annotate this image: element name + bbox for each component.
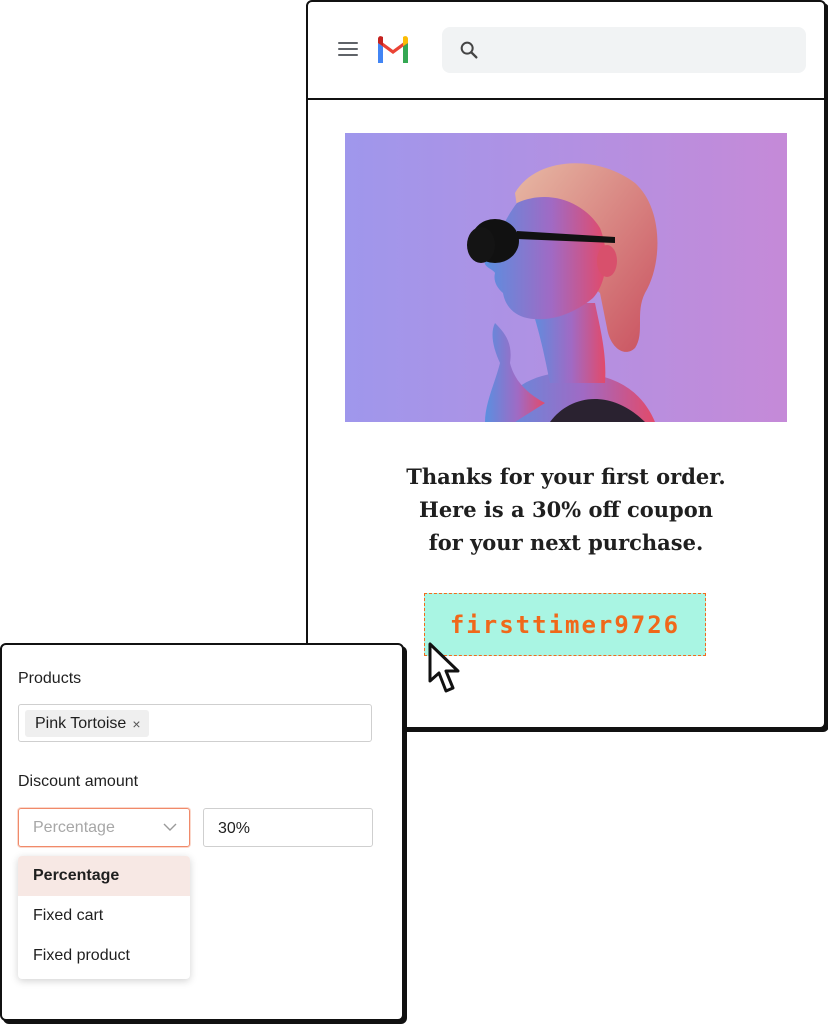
message-line: Here is a 30% off coupon: [418, 497, 714, 522]
product-chip[interactable]: Pink Tortoise ×: [25, 710, 149, 737]
discount-type-dropdown: Percentage Fixed cart Fixed product: [18, 856, 190, 979]
dropdown-option-percentage[interactable]: Percentage: [18, 856, 190, 896]
discount-amount-input[interactable]: [216, 816, 360, 842]
email-message: Thanks for your first order. Here is a 3…: [308, 460, 824, 559]
chevron-down-icon: [163, 823, 177, 831]
discount-type-select[interactable]: Percentage: [18, 808, 190, 847]
hamburger-menu-icon[interactable]: [338, 42, 358, 58]
discount-amount-field[interactable]: [203, 808, 373, 847]
gmail-logo[interactable]: [375, 36, 411, 64]
products-label: Products: [18, 670, 82, 687]
hero-image: [345, 133, 787, 422]
message-line: Thanks for your first order.: [406, 464, 726, 489]
stage: Thanks for your first order. Here is a 3…: [0, 0, 828, 1024]
products-input[interactable]: Pink Tortoise ×: [18, 704, 372, 742]
discount-amount-label: Discount amount: [18, 773, 139, 790]
remove-chip-icon[interactable]: ×: [132, 716, 140, 732]
search-bar[interactable]: [442, 27, 806, 73]
dropdown-option-fixed-cart[interactable]: Fixed cart: [18, 896, 190, 936]
email-window: Thanks for your first order. Here is a 3…: [306, 0, 826, 729]
search-icon[interactable]: [458, 39, 480, 61]
dropdown-option-fixed-product[interactable]: Fixed product: [18, 936, 190, 976]
product-chip-label: Pink Tortoise: [35, 714, 127, 732]
search-input[interactable]: [494, 35, 794, 67]
email-header: [308, 2, 824, 100]
discount-type-placeholder: Percentage: [33, 819, 115, 836]
coupon-form-panel: Products Pink Tortoise × Discount amount…: [0, 643, 404, 1021]
message-line: for your next purchase.: [428, 530, 704, 555]
mouse-cursor-icon: [428, 642, 460, 693]
